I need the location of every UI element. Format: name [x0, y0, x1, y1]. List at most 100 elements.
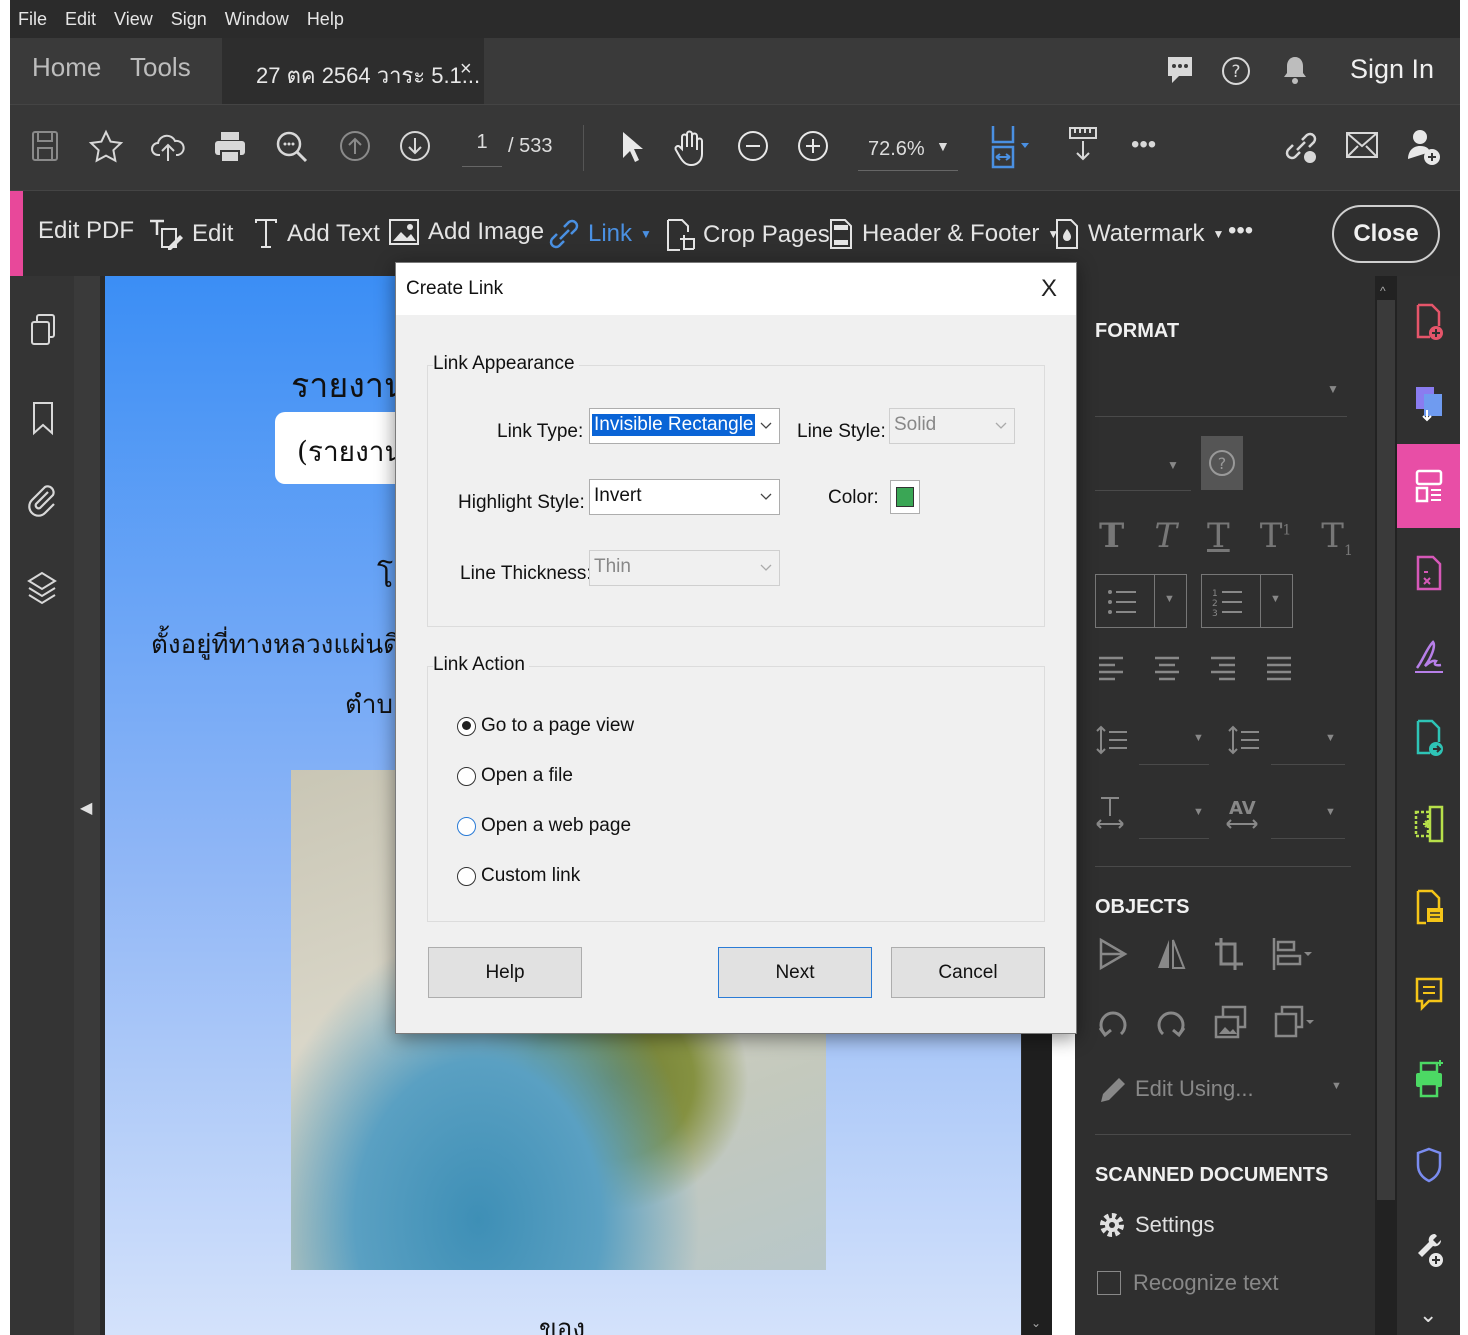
layers-icon[interactable]	[26, 570, 58, 606]
page-thumbnails-icon[interactable]	[28, 312, 58, 348]
arrange-objects-icon[interactable]	[1273, 1004, 1315, 1040]
radio-go-to-page-view[interactable]: Go to a page view	[457, 715, 634, 737]
align-center-icon[interactable]	[1153, 654, 1181, 682]
paragraph-spacing-icon[interactable]	[1227, 724, 1261, 756]
flip-vertical-icon[interactable]	[1155, 936, 1187, 972]
tab-home[interactable]: Home	[32, 52, 101, 83]
zoom-search-icon[interactable]	[274, 129, 310, 165]
fit-page-icon[interactable]	[988, 123, 1034, 171]
text-scale-icon[interactable]	[1095, 794, 1129, 830]
tab-tools[interactable]: Tools	[130, 52, 191, 83]
more-edit-options-button[interactable]: •••	[1228, 217, 1253, 245]
underline-icon[interactable]: T	[1207, 516, 1230, 559]
more-tools-button[interactable]: •••	[1131, 131, 1156, 159]
crop-icon[interactable]	[1213, 936, 1245, 972]
more-tools-wrench-icon[interactable]	[1415, 1230, 1445, 1270]
measure-tool-icon[interactable]	[1066, 125, 1100, 165]
help-button[interactable]: Help	[428, 947, 582, 998]
dialog-close-button[interactable]: X	[1041, 275, 1057, 303]
zoom-level-select[interactable]: 72.6% ▼	[858, 135, 958, 171]
menu-edit[interactable]: Edit	[65, 9, 96, 30]
share-link-icon[interactable]	[1282, 127, 1320, 165]
save-icon[interactable]	[30, 129, 60, 163]
paragraph-spacing-dropdown[interactable]	[1271, 764, 1345, 765]
hand-tool-icon[interactable]	[672, 129, 708, 167]
recognize-text-checkbox[interactable]: Recognize text	[1097, 1270, 1279, 1296]
rotate-right-icon[interactable]	[1155, 1004, 1187, 1040]
align-left-icon[interactable]	[1097, 654, 1125, 682]
align-right-icon[interactable]	[1209, 654, 1237, 682]
select-cursor-icon[interactable]	[618, 129, 644, 165]
bold-icon[interactable]: T	[1099, 516, 1124, 559]
comment-icon[interactable]	[1165, 54, 1195, 86]
character-spacing-icon[interactable]: AV	[1225, 794, 1261, 830]
highlight-style-select[interactable]: Invert	[589, 479, 780, 515]
subscript-icon[interactable]: T1	[1321, 516, 1353, 559]
edit-pdf-tool-icon[interactable]	[1414, 468, 1444, 504]
print-icon[interactable]	[212, 129, 248, 165]
edit-button[interactable]: Edit	[148, 217, 233, 251]
bookmarks-icon[interactable]	[30, 400, 56, 436]
tab-document[interactable]: 27 ตค 2564 วาระ 5.1... ×	[222, 38, 484, 104]
upload-cloud-icon[interactable]	[150, 129, 186, 165]
print-production-icon[interactable]	[1413, 1060, 1445, 1100]
character-spacing-dropdown[interactable]	[1271, 838, 1345, 839]
close-tab-button[interactable]: ×	[460, 58, 472, 81]
line-style-select[interactable]: Solid	[889, 408, 1015, 444]
crop-pages-button[interactable]: Crop Pages	[665, 217, 830, 253]
protect-shield-icon[interactable]	[1415, 1146, 1443, 1184]
notification-bell-icon[interactable]	[1281, 54, 1309, 86]
attachments-icon[interactable]	[26, 482, 58, 518]
organize-pages-icon[interactable]	[1415, 554, 1443, 592]
add-text-button[interactable]: Add Text	[253, 217, 380, 251]
scanned-settings-button[interactable]: Settings	[1097, 1210, 1215, 1240]
font-size-dropdown[interactable]	[1095, 490, 1191, 491]
text-scale-dropdown[interactable]	[1139, 838, 1209, 839]
link-type-select[interactable]: Invisible Rectangle	[589, 408, 780, 444]
menu-sign[interactable]: Sign	[171, 9, 207, 30]
menu-window[interactable]: Window	[225, 9, 289, 30]
export-pdf-icon[interactable]	[1413, 384, 1445, 424]
page-number-input[interactable]: 1	[462, 131, 502, 167]
panel-scroll-thumb[interactable]	[1377, 300, 1395, 1200]
line-spacing-icon[interactable]	[1095, 724, 1129, 756]
align-justify-icon[interactable]	[1265, 654, 1293, 682]
sign-in-button[interactable]: Sign In	[1350, 54, 1434, 85]
bullet-list-dropdown[interactable]: ▼	[1095, 574, 1187, 628]
add-image-button[interactable]: Add Image	[388, 217, 544, 247]
align-objects-icon[interactable]	[1271, 936, 1313, 972]
numbered-list-dropdown[interactable]: 123 ▼	[1201, 574, 1293, 628]
edit-using-dropdown[interactable]: Edit Using...	[1097, 1072, 1254, 1106]
color-swatch-button[interactable]	[890, 480, 920, 514]
menu-file[interactable]: File	[18, 9, 47, 30]
watermark-button[interactable]: Watermark ▼	[1054, 217, 1224, 251]
next-page-icon[interactable]	[398, 129, 432, 163]
menu-view[interactable]: View	[114, 9, 153, 30]
font-dropdown[interactable]	[1095, 416, 1347, 417]
zoom-out-icon[interactable]	[736, 129, 770, 163]
superscript-icon[interactable]: T1	[1260, 516, 1292, 559]
radio-open-web-page[interactable]: Open a web page	[457, 815, 631, 837]
fill-sign-icon[interactable]	[1413, 636, 1445, 674]
link-button[interactable]: Link ▼	[548, 217, 652, 251]
previous-page-icon[interactable]	[338, 129, 372, 163]
compress-pdf-icon[interactable]	[1413, 804, 1445, 844]
menu-help[interactable]: Help	[307, 9, 344, 30]
collapse-left-pane[interactable]: ◀	[74, 276, 100, 1335]
add-user-icon[interactable]	[1406, 127, 1442, 167]
zoom-in-icon[interactable]	[796, 129, 830, 163]
cancel-button[interactable]: Cancel	[891, 947, 1045, 998]
add-comment-icon[interactable]	[1414, 976, 1444, 1012]
header-footer-button[interactable]: Header & Footer ▼	[828, 217, 1059, 251]
create-pdf-icon[interactable]	[1415, 302, 1445, 342]
next-button[interactable]: Next	[718, 947, 872, 998]
email-icon[interactable]	[1344, 129, 1380, 161]
close-edit-button[interactable]: Close	[1332, 205, 1440, 263]
flip-horizontal-icon[interactable]	[1097, 936, 1129, 972]
chevron-down-icon[interactable]: ⌄	[1419, 1302, 1437, 1328]
line-thickness-select[interactable]: Thin	[589, 550, 780, 586]
help-icon[interactable]: ?	[1221, 56, 1251, 86]
send-for-signature-icon[interactable]	[1415, 718, 1445, 758]
font-help-icon[interactable]: ?	[1201, 436, 1243, 490]
radio-custom-link[interactable]: Custom link	[457, 865, 580, 887]
